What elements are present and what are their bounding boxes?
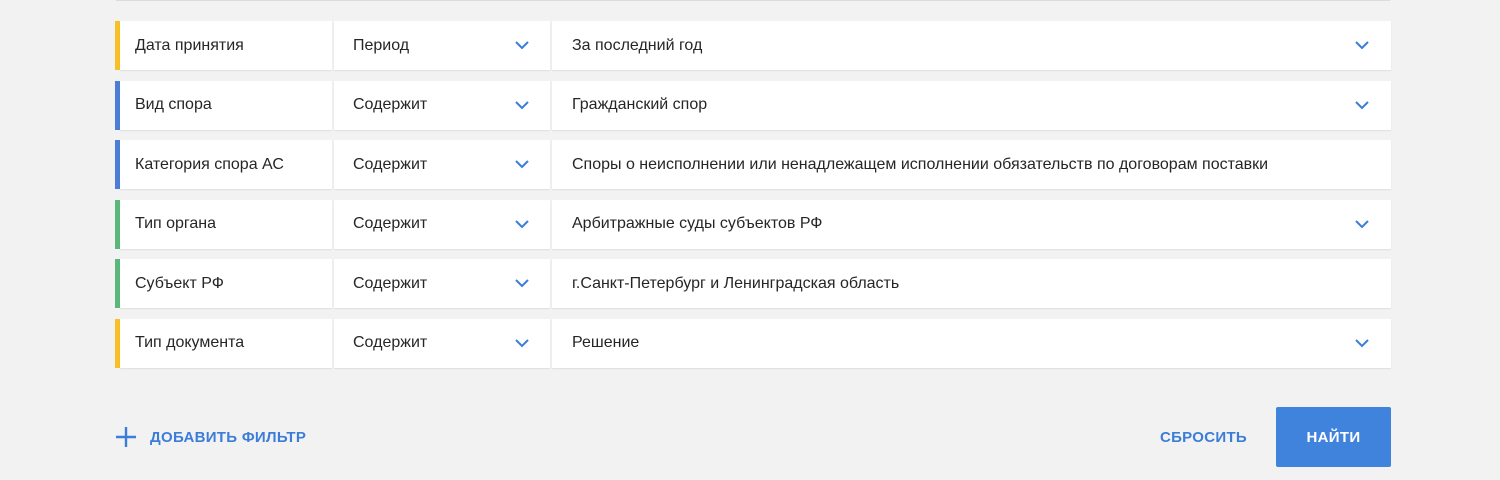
chevron-down-icon[interactable] — [514, 335, 530, 351]
filter-value-input[interactable]: Споры о неисполнении или ненадлежащем ис… — [552, 140, 1391, 189]
filter-field-label: Категория спора АС — [120, 140, 332, 189]
chevron-down-icon[interactable] — [514, 38, 530, 54]
filter-row-authority-type: Тип органа Содержит Арбитражные суды суб… — [115, 199, 1391, 249]
chevron-down-icon[interactable] — [514, 157, 530, 173]
chevron-down-icon[interactable] — [1354, 216, 1370, 232]
filter-row-dispute-type: Вид спора Содержит Гражданский спор — [115, 80, 1391, 130]
filter-value-text: г.Санкт-Петербург и Ленинградская област… — [572, 274, 900, 292]
chevron-down-icon[interactable] — [1354, 97, 1370, 113]
filter-operator-select[interactable]: Период — [334, 21, 550, 70]
filter-operator-select[interactable]: Содержит — [334, 199, 550, 249]
filter-row-document-type: Тип документа Содержит Решение — [115, 318, 1391, 368]
filter-field-text: Тип документа — [135, 334, 245, 351]
filter-operator-text: Период — [353, 36, 410, 54]
filter-row-region: Субъект РФ Содержит г.Санкт-Петербург и … — [115, 259, 1391, 308]
add-filter-label: ДОБАВИТЬ ФИЛЬТР — [150, 428, 307, 446]
filter-operator-text: Содержит — [353, 274, 428, 292]
chevron-down-icon[interactable] — [1354, 335, 1370, 351]
chevron-down-icon[interactable] — [514, 276, 530, 292]
filter-operator-text: Содержит — [353, 155, 428, 173]
filter-operator-select[interactable]: Содержит — [334, 318, 550, 368]
filter-operator-select[interactable]: Содержит — [334, 80, 550, 130]
filter-value-text: Споры о неисполнении или ненадлежащем ис… — [572, 155, 1269, 173]
chevron-down-icon[interactable] — [514, 97, 530, 113]
filter-operator-text: Содержит — [353, 334, 428, 351]
filter-field-text: Субъект РФ — [135, 274, 224, 292]
filter-value-select[interactable]: Арбитражные суды субъектов РФ — [552, 199, 1391, 249]
filter-operator-text: Содержит — [353, 215, 428, 232]
filter-operator-select[interactable]: Содержит — [334, 259, 550, 308]
filter-field-text: Категория спора АС — [135, 155, 284, 173]
filter-row-date: Дата принятия Период За последний год — [115, 21, 1391, 70]
filter-value-select[interactable]: Гражданский спор — [552, 80, 1391, 130]
chevron-down-icon[interactable] — [514, 216, 530, 232]
filter-field-label: Субъект РФ — [120, 259, 332, 308]
filter-operator-select[interactable]: Содержит — [334, 140, 550, 189]
find-button[interactable]: НАЙТИ — [1276, 407, 1391, 467]
reset-button[interactable]: СБРОСИТЬ — [1160, 407, 1247, 467]
filter-operator-text: Содержит — [353, 96, 428, 113]
filter-value-select[interactable]: За последний год — [552, 21, 1391, 70]
filter-field-text: Вид спора — [135, 96, 212, 113]
filter-value-text: Арбитражные суды субъектов РФ — [572, 215, 823, 232]
chevron-down-icon[interactable] — [1354, 38, 1370, 54]
filter-field-label: Тип документа — [120, 318, 332, 368]
filter-value-text: За последний год — [572, 36, 703, 54]
filter-field-text: Тип органа — [135, 215, 217, 232]
filter-value-select[interactable]: Решение — [552, 318, 1391, 368]
filter-value-text: Гражданский спор — [572, 96, 708, 113]
filter-field-label: Тип органа — [120, 199, 332, 249]
filter-list: Дата принятия Период За последний год Ви… — [115, 21, 1391, 378]
filter-field-text: Дата принятия — [135, 36, 244, 54]
add-filter-button[interactable]: ДОБАВИТЬ ФИЛЬТР — [115, 407, 306, 467]
action-bar: ДОБАВИТЬ ФИЛЬТР СБРОСИТЬ НАЙТИ — [115, 407, 1391, 467]
filter-row-dispute-category: Категория спора АС Содержит Споры о неис… — [115, 140, 1391, 189]
plus-icon — [115, 426, 137, 448]
filter-field-label: Вид спора — [120, 80, 332, 130]
filter-field-label: Дата принятия — [120, 21, 332, 70]
top-divider — [116, 0, 1390, 1]
filter-value-input[interactable]: г.Санкт-Петербург и Ленинградская област… — [552, 259, 1391, 308]
filter-value-text: Решение — [572, 334, 640, 351]
